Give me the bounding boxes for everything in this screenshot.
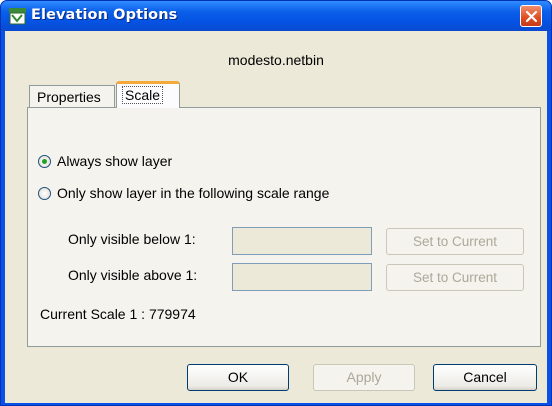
scale-range-radio[interactable] xyxy=(38,186,51,200)
set-below-to-current-button[interactable]: Set to Current xyxy=(386,228,524,255)
title-bar[interactable]: Elevation Options xyxy=(1,1,551,31)
always-show-radio[interactable] xyxy=(38,154,51,168)
close-icon xyxy=(525,10,538,23)
dialog-body: modesto.netbin Properties Scale Always s… xyxy=(5,31,547,403)
always-show-label: Always show layer xyxy=(57,153,173,169)
tab-scale[interactable]: Scale xyxy=(116,81,180,108)
layer-filename: modesto.netbin xyxy=(228,52,324,68)
raster-layer-icon xyxy=(9,8,26,25)
scale-tab-panel: Always show layer Only show layer in the… xyxy=(27,107,541,347)
visible-below-label: Only visible below 1: xyxy=(68,231,196,247)
cancel-button[interactable]: Cancel xyxy=(433,364,537,391)
scale-range-option[interactable]: Only show layer in the following scale r… xyxy=(38,185,329,201)
visible-below-input[interactable] xyxy=(232,227,372,255)
close-button[interactable] xyxy=(520,5,542,27)
set-above-to-current-button[interactable]: Set to Current xyxy=(386,264,524,291)
tab-scale-label: Scale xyxy=(122,86,164,104)
apply-button[interactable]: Apply xyxy=(313,364,415,391)
always-show-option[interactable]: Always show layer xyxy=(38,153,172,169)
visible-above-input[interactable] xyxy=(232,263,372,291)
visible-above-label: Only visible above 1: xyxy=(68,267,198,283)
window-title: Elevation Options xyxy=(31,7,178,23)
tab-properties-label: Properties xyxy=(37,89,101,105)
tab-properties[interactable]: Properties xyxy=(29,85,115,107)
ok-button[interactable]: OK xyxy=(187,364,289,391)
current-scale-readout: Current Scale 1 : 779974 xyxy=(40,306,196,322)
scale-range-label: Only show layer in the following scale r… xyxy=(57,185,330,201)
dialog-window: Elevation Options modesto.netbin Propert… xyxy=(0,0,552,406)
